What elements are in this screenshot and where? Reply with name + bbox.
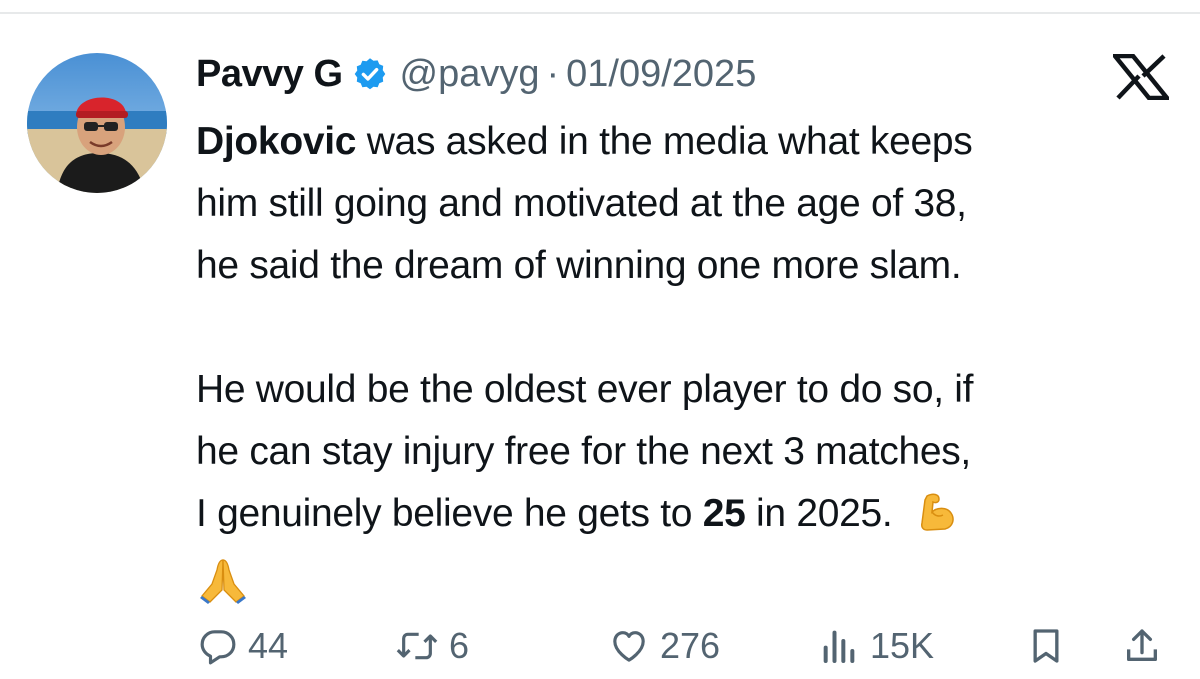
author-display-name[interactable]: Pavvy G	[196, 53, 343, 96]
tweet-paragraph-2: He would be the oldest ever player to do…	[196, 359, 1186, 623]
views-button[interactable]: 15K	[818, 618, 934, 674]
bold-text: Djokovic	[196, 120, 357, 163]
reply-icon	[198, 626, 238, 666]
share-icon	[1122, 625, 1162, 667]
repost-icon	[395, 626, 439, 666]
folded-hands-emoji	[198, 556, 248, 623]
x-logo-icon	[1110, 53, 1172, 101]
tweet-line: I genuinely believe he gets to 25 in 202…	[196, 483, 1186, 553]
bookmark-icon	[1026, 625, 1066, 667]
tweet-line: Djokovic was asked in the media what kee…	[196, 111, 1186, 173]
like-icon	[608, 626, 650, 666]
reply-button[interactable]: 44	[198, 618, 288, 674]
text-span: in 2025.	[745, 492, 893, 535]
author-handle[interactable]: @pavyg	[400, 53, 540, 96]
tweet-header: Pavvy G @pavyg · 01/09/2025	[196, 46, 756, 102]
flexed-biceps-emoji	[917, 490, 961, 553]
profile-photo	[27, 53, 167, 193]
repost-button[interactable]: 6	[395, 618, 469, 674]
views-icon	[818, 626, 860, 666]
like-count: 276	[660, 625, 721, 666]
tweet-text: Djokovic was asked in the media what kee…	[196, 111, 1186, 623]
tweet-line	[196, 553, 1186, 623]
top-divider	[0, 12, 1200, 14]
header-separator: ·	[546, 52, 560, 95]
tweet-line: he said the dream of winning one more sl…	[196, 244, 962, 287]
verified-badge-icon	[352, 56, 388, 92]
bold-text: 25	[702, 492, 746, 535]
text-span: was asked in the media what keeps	[356, 120, 973, 163]
tweet-line: He would be the oldest ever player to do…	[196, 368, 974, 411]
views-count: 15K	[870, 625, 935, 666]
reply-count: 44	[248, 625, 289, 666]
repost-count: 6	[449, 625, 470, 666]
bookmark-button[interactable]	[1026, 618, 1066, 674]
tweet-actions: 44 6 276 15K	[190, 618, 1180, 674]
tweet-line: he can stay injury free for the next 3 m…	[196, 430, 971, 473]
text-span: I genuinely believe he gets to	[196, 492, 703, 535]
like-button[interactable]: 276	[608, 618, 720, 674]
avatar[interactable]	[27, 53, 167, 193]
tweet-paragraph-1: Djokovic was asked in the media what kee…	[196, 111, 1186, 297]
share-button[interactable]	[1122, 618, 1162, 674]
tweet-line: him still going and motivated at the age…	[196, 182, 967, 225]
tweet-date[interactable]: 01/09/2025	[566, 53, 756, 96]
